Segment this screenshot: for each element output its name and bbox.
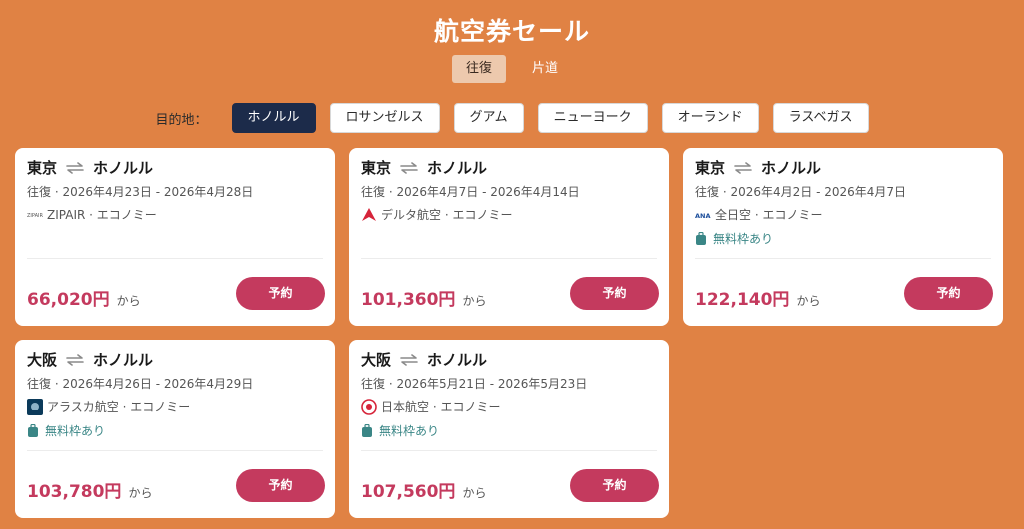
book-button[interactable]: 予約 bbox=[236, 277, 325, 310]
price: 107,560円 bbox=[361, 482, 456, 502]
route: 東京 ホノルル bbox=[27, 157, 153, 178]
flight-card: 東京 ホノルル 往復 · 2026年4月23日 - 2026年4月28日 ZIP… bbox=[15, 148, 335, 326]
airline-name: 日本航空 · エコノミー bbox=[381, 400, 501, 414]
svg-text:ANA: ANA bbox=[695, 212, 711, 219]
divider bbox=[27, 258, 323, 259]
destination-las-vegas[interactable]: ラスベガス bbox=[772, 103, 869, 133]
page-title: 航空券セール bbox=[433, 17, 590, 46]
airline-name: ZIPAIR · エコノミー bbox=[47, 208, 157, 222]
airline-name: アラスカ航空 · エコノミー bbox=[47, 400, 191, 414]
price-row: 101,360円 から bbox=[361, 285, 486, 310]
trip-type-toggle: 往復 片道 bbox=[0, 55, 1024, 83]
price: 66,020円 bbox=[27, 290, 110, 310]
travel-dates: 往復 · 2026年4月23日 - 2026年4月28日 bbox=[27, 185, 254, 199]
trip-type-round-trip[interactable]: 往復 bbox=[451, 55, 506, 83]
price-row: 122,140円 から bbox=[695, 285, 820, 310]
origin-city: 東京 bbox=[27, 159, 58, 177]
origin-city: 東京 bbox=[695, 159, 726, 177]
divider bbox=[361, 450, 657, 451]
flight-card: 大阪 ホノルル 往復 · 2026年4月26日 - 2026年4月29日 アラス… bbox=[15, 340, 335, 518]
destination-honolulu[interactable]: ホノルル bbox=[231, 103, 316, 133]
svg-text:ZIPAIR: ZIPAIR bbox=[27, 213, 43, 219]
travel-dates: 往復 · 2026年4月26日 - 2026年4月29日 bbox=[27, 377, 254, 391]
destination-new-york[interactable]: ニューヨーク bbox=[537, 103, 648, 133]
travel-dates: 往復 · 2026年5月21日 - 2026年5月23日 bbox=[361, 377, 588, 391]
round-trip-arrows-icon bbox=[400, 161, 418, 174]
price: 122,140円 bbox=[695, 290, 790, 310]
trip-type-one-way[interactable]: 片道 bbox=[518, 55, 572, 83]
book-button[interactable]: 予約 bbox=[570, 277, 659, 310]
destination-los-angeles[interactable]: ロサンゼルス bbox=[329, 103, 440, 133]
route: 東京 ホノルル bbox=[695, 157, 821, 178]
luggage-icon bbox=[362, 423, 372, 437]
luggage-icon bbox=[28, 423, 38, 437]
round-trip-arrows-icon bbox=[400, 353, 418, 366]
round-trip-arrows-icon bbox=[734, 161, 752, 174]
baggage-label: 無料枠あり bbox=[45, 424, 106, 438]
flight-card: 大阪 ホノルル 往復 · 2026年5月21日 - 2026年5月23日 日本航… bbox=[349, 340, 669, 518]
zipair-logo-icon: ZIPAIR bbox=[27, 207, 43, 223]
book-button[interactable]: 予約 bbox=[570, 469, 659, 502]
baggage-info: 無料枠あり bbox=[361, 422, 439, 439]
destination-city: ホノルル bbox=[427, 351, 488, 369]
divider bbox=[27, 450, 323, 451]
origin-city: 大阪 bbox=[27, 351, 58, 369]
price-row: 107,560円 から bbox=[361, 477, 486, 502]
airline-info: ZIPAIR ZIPAIR · エコノミー bbox=[27, 206, 157, 223]
travel-dates: 往復 · 2026年4月7日 - 2026年4月14日 bbox=[361, 185, 580, 199]
destination-orlando[interactable]: オーランド bbox=[661, 103, 759, 133]
airline-info: アラスカ航空 · エコノミー bbox=[27, 398, 190, 415]
destination-city: ホノルル bbox=[93, 351, 154, 369]
flight-card: 東京 ホノルル 往復 · 2026年4月7日 - 2026年4月14日 デルタ航… bbox=[349, 148, 669, 326]
book-button[interactable]: 予約 bbox=[236, 469, 325, 502]
destination-city: ホノルル bbox=[761, 159, 822, 177]
travel-dates: 往復 · 2026年4月2日 - 2026年4月7日 bbox=[695, 185, 907, 199]
round-trip-arrows-icon bbox=[66, 161, 84, 174]
price-suffix: から bbox=[116, 294, 141, 308]
ana-logo-icon: ANA bbox=[695, 207, 711, 223]
route: 大阪 ホノルル bbox=[27, 349, 153, 370]
origin-city: 大阪 bbox=[361, 351, 392, 369]
destination-filter: 目的地： ホノルル ロサンゼルス グアム ニューヨーク オーランド ラスベガス bbox=[0, 103, 1024, 133]
route: 東京 ホノルル bbox=[361, 157, 487, 178]
price-suffix: から bbox=[128, 486, 153, 500]
destination-label: 目的地： bbox=[155, 112, 208, 128]
baggage-label: 無料枠あり bbox=[379, 424, 440, 438]
airline-info: 日本航空 · エコノミー bbox=[361, 398, 500, 415]
delta-logo-icon bbox=[361, 207, 377, 223]
jal-logo-icon bbox=[361, 398, 377, 415]
baggage-info: 無料枠あり bbox=[27, 422, 105, 439]
airline-info: デルタ航空 · エコノミー bbox=[361, 206, 512, 223]
price-row: 66,020円 から bbox=[27, 285, 141, 310]
price-suffix: から bbox=[796, 294, 821, 308]
airline-name: 全日空 · エコノミー bbox=[715, 208, 823, 222]
baggage-info: 無料枠あり bbox=[695, 230, 773, 247]
baggage-label: 無料枠あり bbox=[713, 232, 774, 246]
round-trip-arrows-icon bbox=[66, 353, 84, 366]
price-suffix: から bbox=[462, 486, 487, 500]
origin-city: 東京 bbox=[361, 159, 392, 177]
alaska-logo-icon bbox=[27, 398, 43, 415]
flight-card: 東京 ホノルル 往復 · 2026年4月2日 - 2026年4月7日 ANA 全… bbox=[683, 148, 1003, 326]
price: 103,780円 bbox=[27, 482, 122, 502]
airline-info: ANA 全日空 · エコノミー bbox=[695, 206, 822, 223]
price-suffix: から bbox=[462, 294, 487, 308]
destination-city: ホノルル bbox=[93, 159, 154, 177]
book-button[interactable]: 予約 bbox=[904, 277, 993, 310]
divider bbox=[361, 258, 657, 259]
airline-name: デルタ航空 · エコノミー bbox=[381, 208, 513, 222]
luggage-icon bbox=[696, 231, 706, 245]
destination-guam[interactable]: グアム bbox=[453, 103, 524, 133]
price-row: 103,780円 から bbox=[27, 477, 152, 502]
destination-city: ホノルル bbox=[427, 159, 488, 177]
price: 101,360円 bbox=[361, 290, 456, 310]
route: 大阪 ホノルル bbox=[361, 349, 487, 370]
divider bbox=[695, 258, 991, 259]
